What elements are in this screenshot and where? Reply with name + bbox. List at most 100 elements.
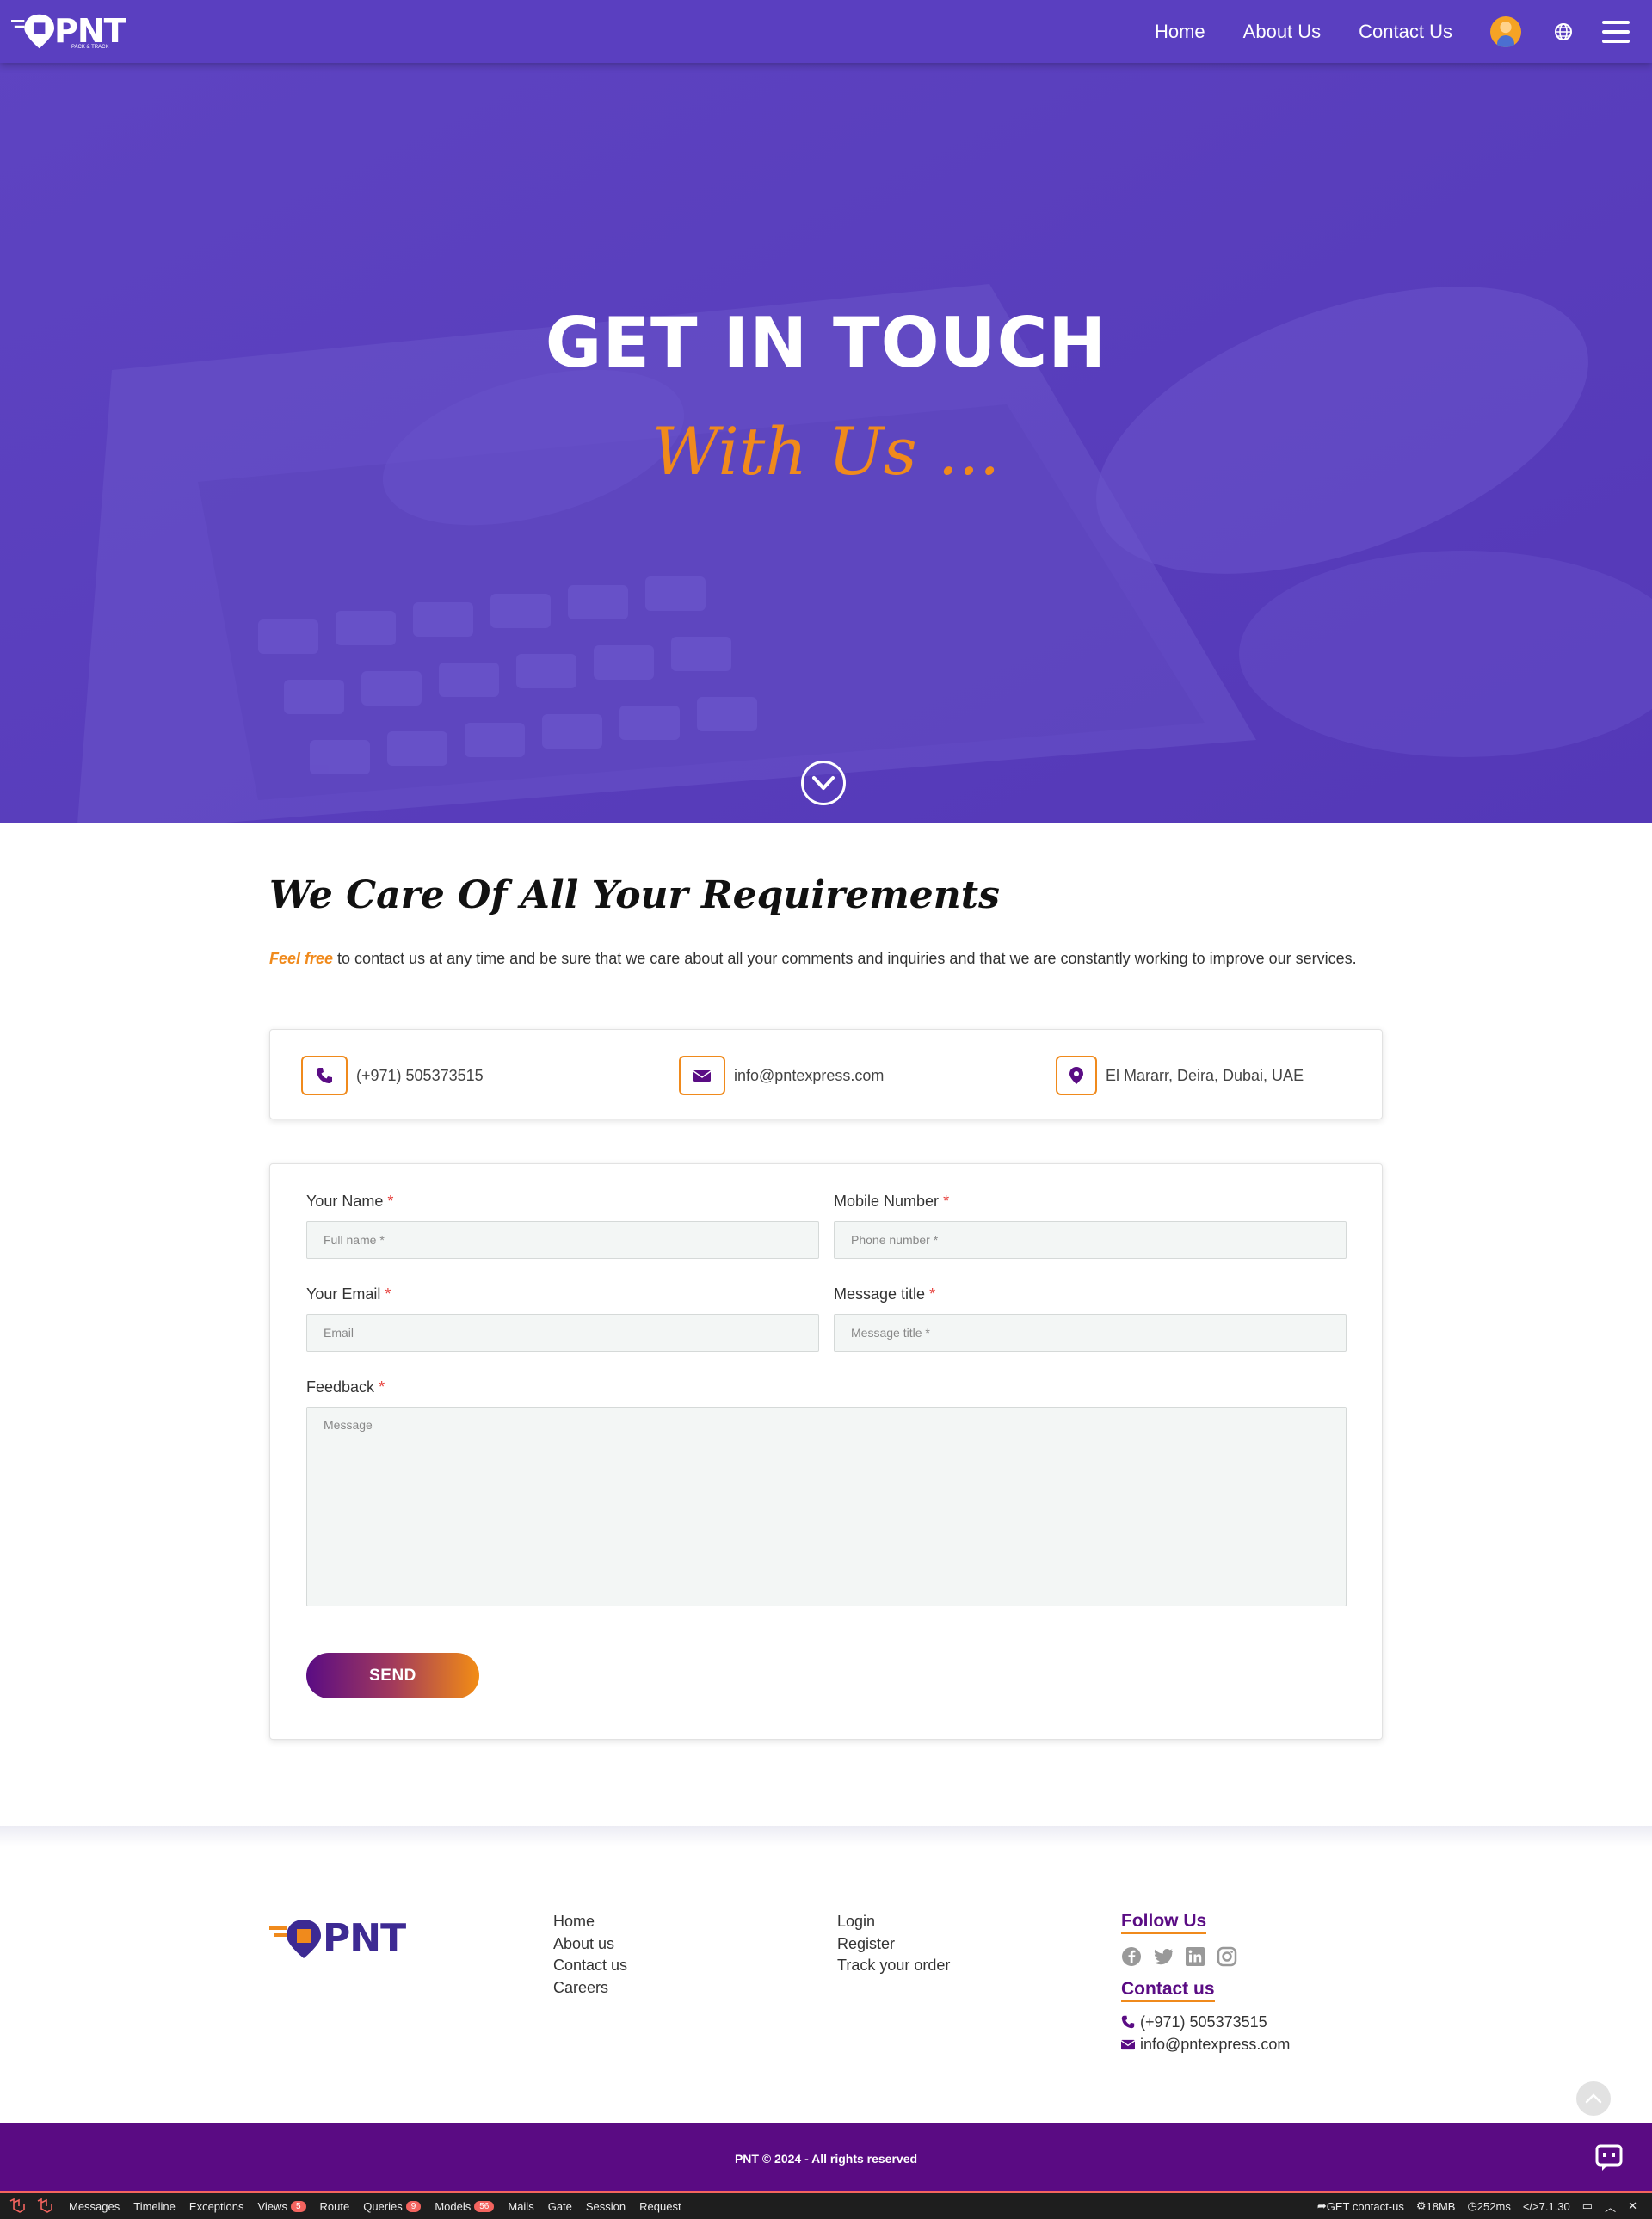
name-label-text: Your Name [306,1193,384,1210]
folder-open-icon[interactable]: ▭ [1582,2199,1593,2213]
main-nav: Home About Us Contact Us [1155,0,1652,63]
message-title-input[interactable]: Message title * [834,1314,1347,1352]
footer-link-contact[interactable]: Contact us [553,1955,627,1977]
debug-tab-queries[interactable]: Queries 9 [363,2200,422,2213]
cogs-icon: ⚙ [1415,2199,1427,2212]
footer-phone[interactable]: (+971) 505373515 [1121,2011,1290,2033]
laravel-logo-icon[interactable] [9,2198,26,2214]
close-icon[interactable]: ✕ [1628,2199,1637,2213]
footer-links-col1: Home About us Contact us Careers [553,1911,627,1999]
debug-tab-exceptions[interactable]: Exceptions [189,2200,244,2213]
feedback-textarea[interactable]: Message [306,1407,1347,1606]
logo-tagline: PACK & TRACK [71,45,109,50]
section-description: Feel free to contact us at any time and … [269,947,1388,970]
hero-title: GET IN TOUCH [545,303,1107,383]
footer-email[interactable]: info@pntexpress.com [1121,2033,1290,2056]
footer-logo[interactable]: PNT [269,1916,406,1960]
debug-tab-views[interactable]: Views 5 [258,2200,306,2213]
debug-tab-label: Views [257,2199,287,2213]
footer-link-register[interactable]: Register [837,1933,950,1956]
facebook-icon[interactable] [1121,1946,1142,1967]
twitter-icon[interactable] [1153,1946,1174,1967]
top-navbar: PNT PACK & TRACK Home About Us Contact U… [0,0,1652,63]
footer-logo-pin-icon [269,1919,321,1958]
debug-tab-label: Messages [69,2199,120,2213]
debug-tab-session[interactable]: Session [586,2200,626,2213]
footer-separator [0,1826,1652,1846]
info-address[interactable]: El Mararr, Deira, Dubai, UAE [1056,1056,1304,1095]
clock-icon: ◷ [1467,2199,1477,2212]
send-button[interactable]: SEND [306,1653,479,1698]
email-input[interactable]: Email [306,1314,819,1352]
debug-memory-indicator[interactable]: ⚙ 18MB [1416,2199,1456,2213]
debug-memory-text: 18MB [1426,2199,1456,2213]
globe-icon[interactable] [1554,22,1573,41]
feedback-label-text: Feedback [306,1378,375,1396]
nav-home-link[interactable]: Home [1155,21,1205,43]
required-mark: * [387,1193,394,1210]
linkedin-icon[interactable] [1185,1946,1205,1967]
debug-tab-request[interactable]: Request [639,2200,681,2213]
instagram-icon[interactable] [1217,1946,1237,1967]
debug-tab-messages[interactable]: Messages [69,2200,120,2213]
contact-us-heading: Contact us [1121,1979,1215,2002]
models-count-badge: 56 [474,2200,495,2212]
debug-time-indicator[interactable]: ◷ 252ms [1467,2199,1510,2213]
debug-tab-label: Exceptions [188,2199,244,2213]
debug-tab-timeline[interactable]: Timeline [133,2200,176,2213]
debug-route-text: GET contact-us [1326,2199,1404,2213]
hamburger-menu-icon[interactable] [1602,20,1630,43]
phone-icon [301,1056,348,1095]
section-description-text: to contact us at any time and be sure th… [333,950,1357,967]
footer-link-track-order[interactable]: Track your order [837,1955,950,1977]
info-email-text: info@pntexpress.com [734,1066,885,1084]
email-label-text: Your Email [306,1285,381,1303]
mobile-label-text: Mobile Number [834,1193,940,1210]
hero-background-image [0,0,1652,823]
logo-pin-icon [11,14,54,49]
views-count-badge: 5 [290,2200,306,2212]
social-icons [1121,1946,1290,1967]
email-label: Your Email * [306,1285,391,1304]
user-avatar-icon[interactable] [1490,15,1521,47]
copyright-text: PNT © 2024 - All rights reserved [734,2152,918,2166]
debug-php-indicator[interactable]: </> 7.1.30 [1523,2200,1570,2213]
scroll-down-icon[interactable] [801,761,846,805]
debug-toolbar: Messages Timeline Exceptions Views 5 Rout… [0,2191,1652,2219]
footer-link-about[interactable]: About us [553,1933,627,1956]
debug-route-indicator[interactable]: ➦ GET contact-us [1317,2199,1404,2213]
chevron-up-icon [1585,2093,1602,2104]
debug-tab-gate[interactable]: Gate [548,2200,572,2213]
scroll-to-top-button[interactable] [1576,2081,1611,2116]
chat-icon[interactable] [1590,2140,1628,2174]
footer-email-text: info@pntexpress.com [1140,2036,1291,2053]
debug-tab-mails[interactable]: Mails [508,2200,533,2213]
feedback-label: Feedback * [306,1378,385,1396]
footer-social-contact: Follow Us Contact us (+971) 505373515 in… [1121,1911,1290,2056]
debugbar-logo-icon[interactable] [36,2198,53,2214]
hero-subtitle: With Us ... [651,413,1001,490]
phone-number-input[interactable]: Phone number * [834,1221,1347,1259]
required-mark: * [943,1193,950,1210]
mobile-label: Mobile Number * [834,1193,949,1211]
debug-tab-label: Route [319,2199,350,2213]
chevron-up-icon[interactable]: ︿ [1605,2198,1616,2215]
info-email[interactable]: info@pntexpress.com [679,1056,884,1095]
debug-tab-label: Models [435,2199,472,2213]
footer-link-home[interactable]: Home [553,1911,627,1933]
nav-about-link[interactable]: About Us [1243,21,1322,43]
debug-tab-models[interactable]: Models 56 [435,2199,495,2213]
footer-link-careers[interactable]: Careers [553,1977,627,2000]
contact-info-card: (+971) 505373515 info@pntexpress.com El … [269,1029,1383,1119]
envelope-icon [1121,2039,1135,2049]
debug-time-text: 252ms [1476,2199,1511,2213]
required-mark: * [379,1378,385,1396]
nav-contact-link[interactable]: Contact Us [1359,21,1452,43]
required-mark: * [385,1285,391,1303]
footer-link-login[interactable]: Login [837,1911,950,1933]
full-name-input[interactable]: Full name * [306,1221,819,1259]
debug-tab-route[interactable]: Route [320,2200,350,2213]
info-phone[interactable]: (+971) 505373515 [301,1056,484,1095]
debug-stats: ➦ GET contact-us ⚙ 18MB ◷ 252ms </> 7.1.… [1311,2193,1643,2219]
site-logo[interactable]: PNT PACK & TRACK [11,12,126,50]
